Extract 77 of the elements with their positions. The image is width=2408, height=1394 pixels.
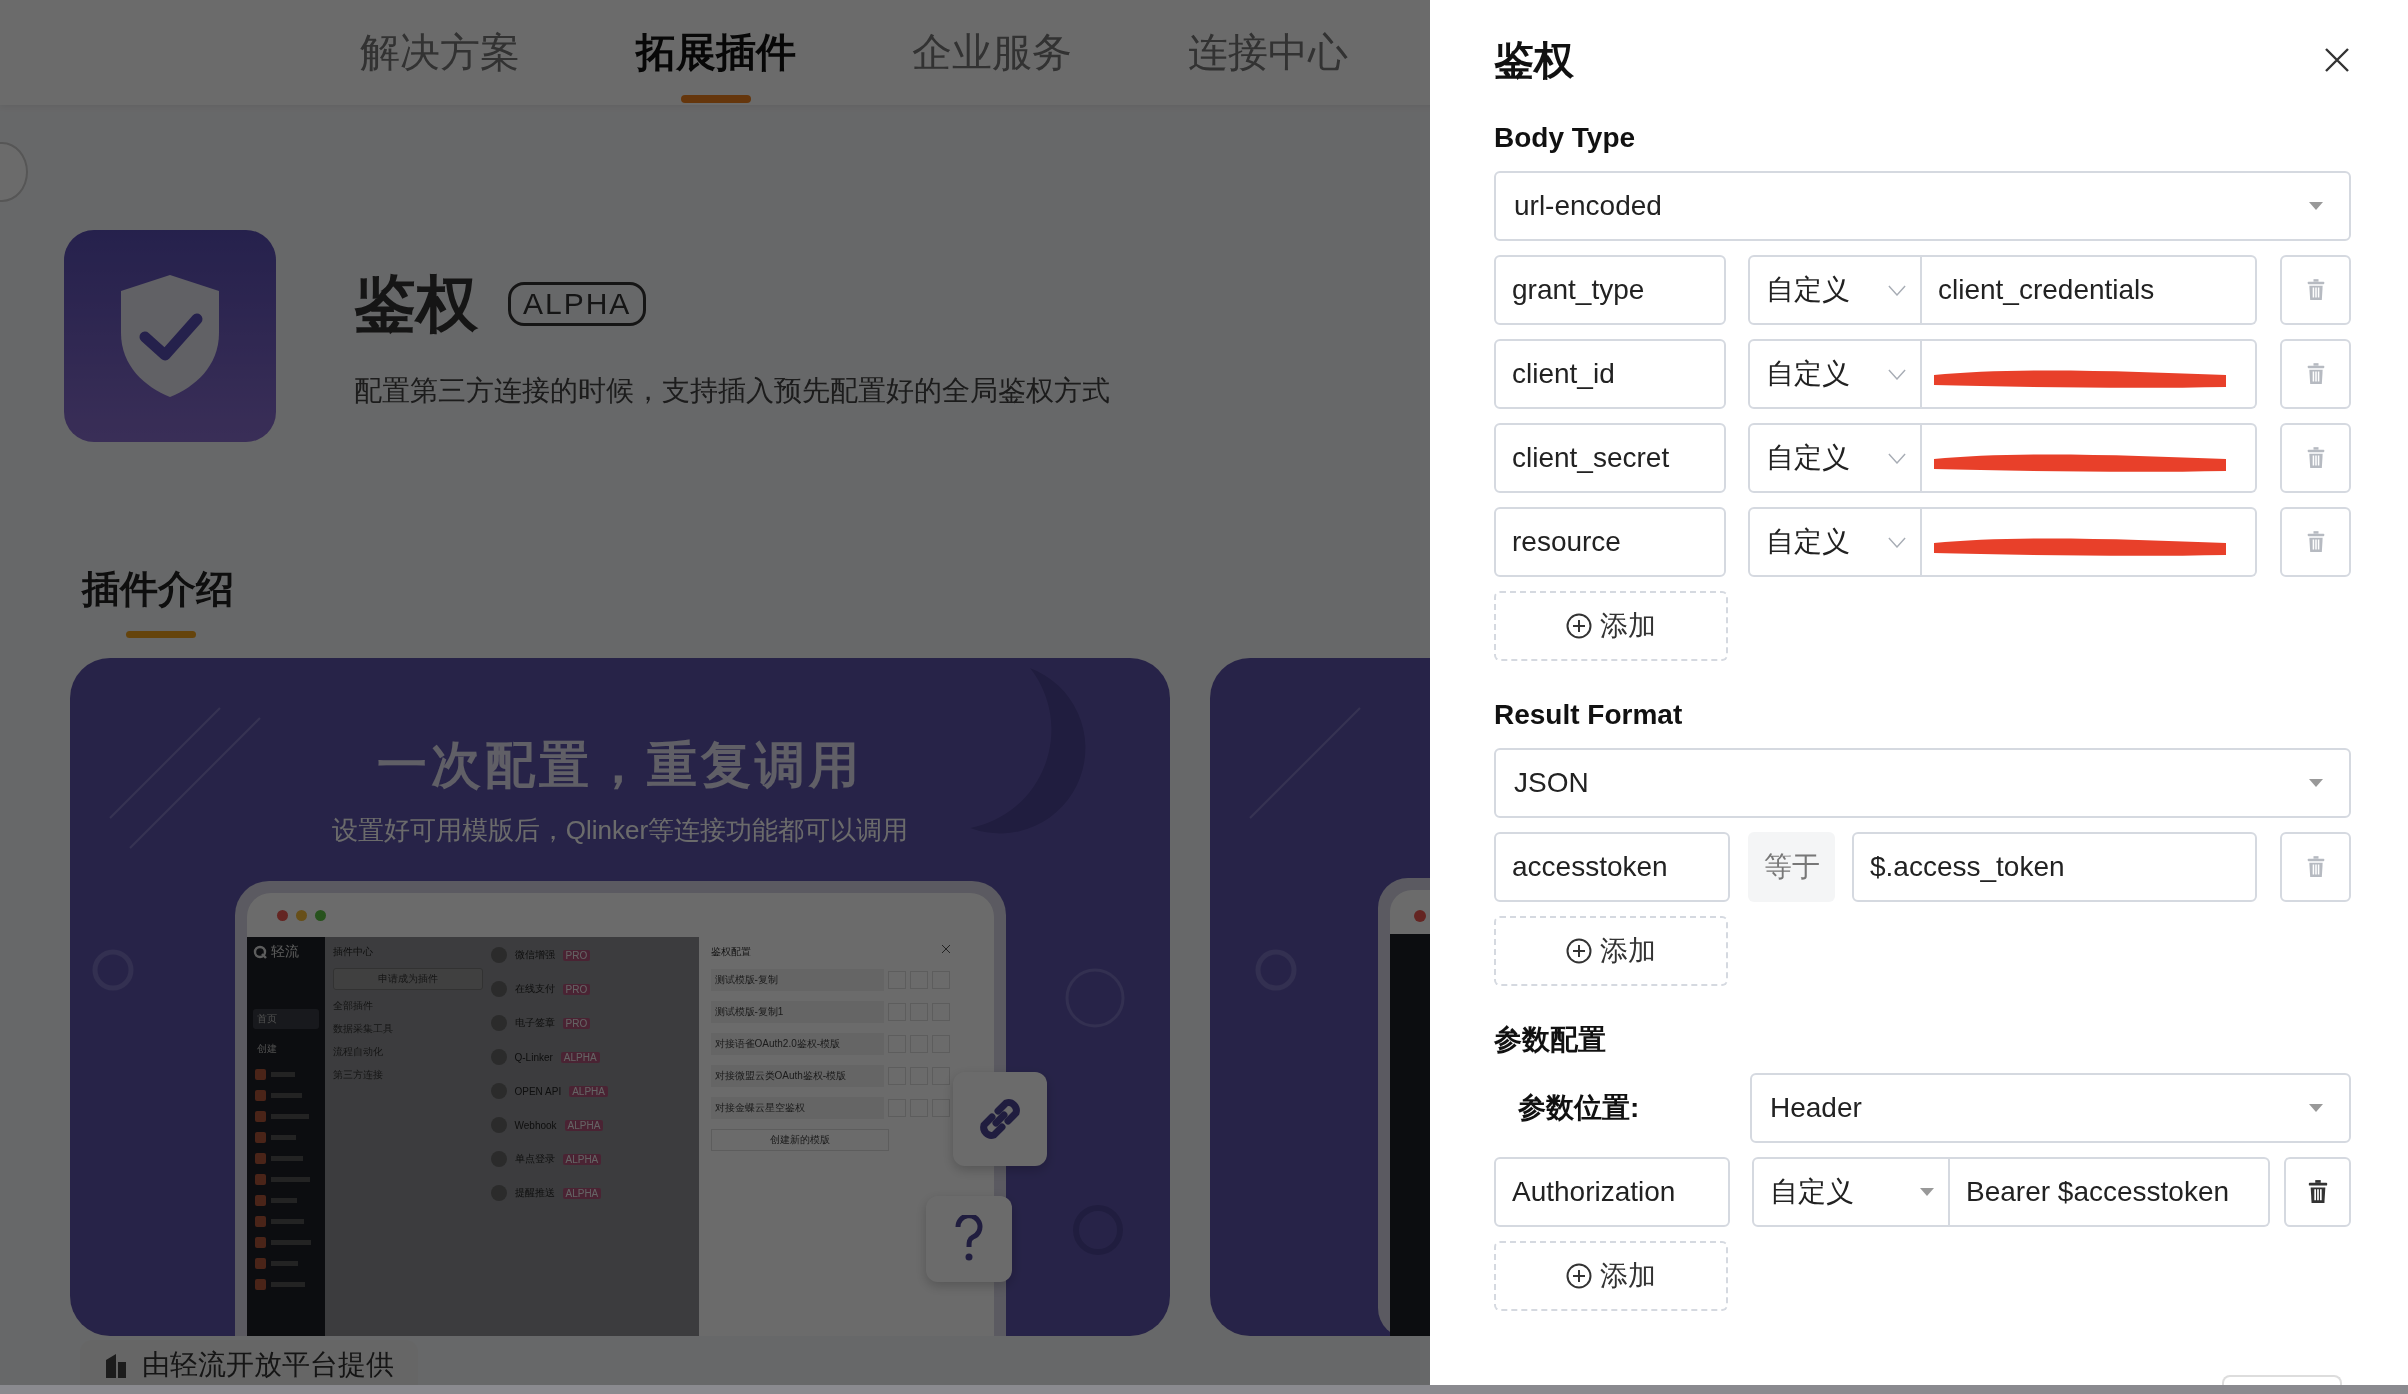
chevron-icon xyxy=(1888,452,1906,464)
footer-text: 由轻流开放平台提供 xyxy=(142,1348,394,1382)
chevron-icon xyxy=(1888,368,1906,380)
nav-tab[interactable]: 连接中心 xyxy=(1188,0,1348,105)
building-icon xyxy=(104,1352,128,1378)
mode-select[interactable]: 自定义 xyxy=(1748,339,1922,409)
plus-icon xyxy=(1566,613,1592,639)
select-field[interactable]: url-encoded xyxy=(1494,171,2351,241)
key-field[interactable]: client_id xyxy=(1494,339,1726,409)
section-label: Result Format xyxy=(1494,698,1684,732)
caret-icon xyxy=(2309,202,2323,210)
close-icon[interactable] xyxy=(2323,46,2351,74)
value-field[interactable] xyxy=(1922,507,2257,577)
template-item[interactable]: 测试模版-复制 xyxy=(710,969,884,991)
window-dot[interactable] xyxy=(295,909,307,921)
plugin-tag: PRO xyxy=(562,983,591,995)
plus-icon xyxy=(1566,1263,1592,1289)
plugin-icon xyxy=(64,230,276,442)
card-subtitle: 设置好可用模版后，Qlinker等连接功能都可以调用 xyxy=(331,814,909,847)
tab-underline xyxy=(681,95,751,103)
create-template-button[interactable]: 创建新的模版 xyxy=(710,1129,889,1151)
config-title: 鉴权配置 xyxy=(710,945,751,959)
plugin-tag: PRO xyxy=(562,1017,591,1029)
chevron-icon xyxy=(1888,284,1906,296)
window-dot[interactable] xyxy=(276,909,288,921)
nav-tab[interactable]: 解决方案 xyxy=(360,0,520,105)
add-button[interactable]: 添加 xyxy=(1494,1241,1728,1311)
mode-select[interactable]: 自定义 xyxy=(1748,423,1922,493)
delete-button[interactable] xyxy=(2284,1157,2351,1227)
template-item[interactable]: 测试模版-复制1 xyxy=(710,1001,884,1023)
nav-tab[interactable]: 企业服务 xyxy=(912,0,1072,105)
template-item[interactable]: 对接语雀OAuth2.0鉴权-模版 xyxy=(710,1033,884,1055)
value-field[interactable]: client_credentials xyxy=(1922,255,2257,325)
plus-icon xyxy=(1566,938,1592,964)
select-field[interactable]: JSON xyxy=(1494,748,2351,818)
template-item[interactable]: 对接金蝶云星空鉴权 xyxy=(710,1097,884,1119)
plugin-tag: ALPHA xyxy=(560,1051,600,1063)
operator-label: 等于 xyxy=(1748,832,1835,902)
plugin-tag: ALPHA xyxy=(562,1187,602,1199)
heading-underline xyxy=(126,631,196,638)
mode-select[interactable]: 自定义 xyxy=(1752,1157,1950,1227)
caret-icon xyxy=(2309,1104,2323,1112)
plugin-tag: ALPHA xyxy=(569,1085,608,1097)
plugin-tag: ALPHA xyxy=(562,1153,602,1165)
select-field[interactable]: Header xyxy=(1750,1073,2351,1143)
value-field[interactable]: Bearer $accesstoken xyxy=(1950,1157,2270,1227)
value-field[interactable]: $.access_token xyxy=(1852,832,2257,902)
key-field[interactable]: resource xyxy=(1494,507,1726,577)
logo-icon xyxy=(252,945,267,959)
plugin-title: 鉴权 xyxy=(354,268,478,340)
key-field[interactable]: accesstoken xyxy=(1494,832,1730,902)
drawer-title: 鉴权 xyxy=(1494,36,1574,84)
brand-name: 轻流 xyxy=(270,943,299,961)
field-label: 参数位置: xyxy=(1517,1091,1641,1125)
add-button[interactable]: 添加 xyxy=(1494,916,1728,986)
section-label: 参数配置 xyxy=(1494,1023,1607,1057)
plugin-tag: PRO xyxy=(562,949,591,961)
key-field[interactable]: Authorization xyxy=(1494,1157,1730,1227)
chevron-icon xyxy=(1888,536,1906,548)
value-field[interactable] xyxy=(1922,423,2257,493)
nav-tab[interactable]: 拓展插件 xyxy=(636,0,796,105)
caret-icon xyxy=(1920,1188,1934,1196)
mode-select[interactable]: 自定义 xyxy=(1748,255,1922,325)
template-item[interactable]: 对接微盟云类OAuth鉴权-模版 xyxy=(710,1065,884,1087)
add-button[interactable]: 添加 xyxy=(1494,591,1728,661)
section-heading: 插件介绍 xyxy=(82,567,234,612)
alpha-tag: ALPHA xyxy=(508,282,647,326)
mode-select[interactable]: 自定义 xyxy=(1748,507,1922,577)
key-field[interactable]: client_secret xyxy=(1494,423,1726,493)
section-label: Body Type xyxy=(1494,121,1637,155)
window-dot[interactable] xyxy=(314,909,326,921)
value-field[interactable] xyxy=(1922,339,2257,409)
plugin-tag: ALPHA xyxy=(564,1119,604,1131)
caret-icon xyxy=(2309,779,2323,787)
key-field[interactable]: grant_type xyxy=(1494,255,1726,325)
plugin-description: 配置第三方连接的时候，支持插入预先配置好的全局鉴权方式 xyxy=(354,374,1110,408)
question-icon xyxy=(954,1215,984,1263)
